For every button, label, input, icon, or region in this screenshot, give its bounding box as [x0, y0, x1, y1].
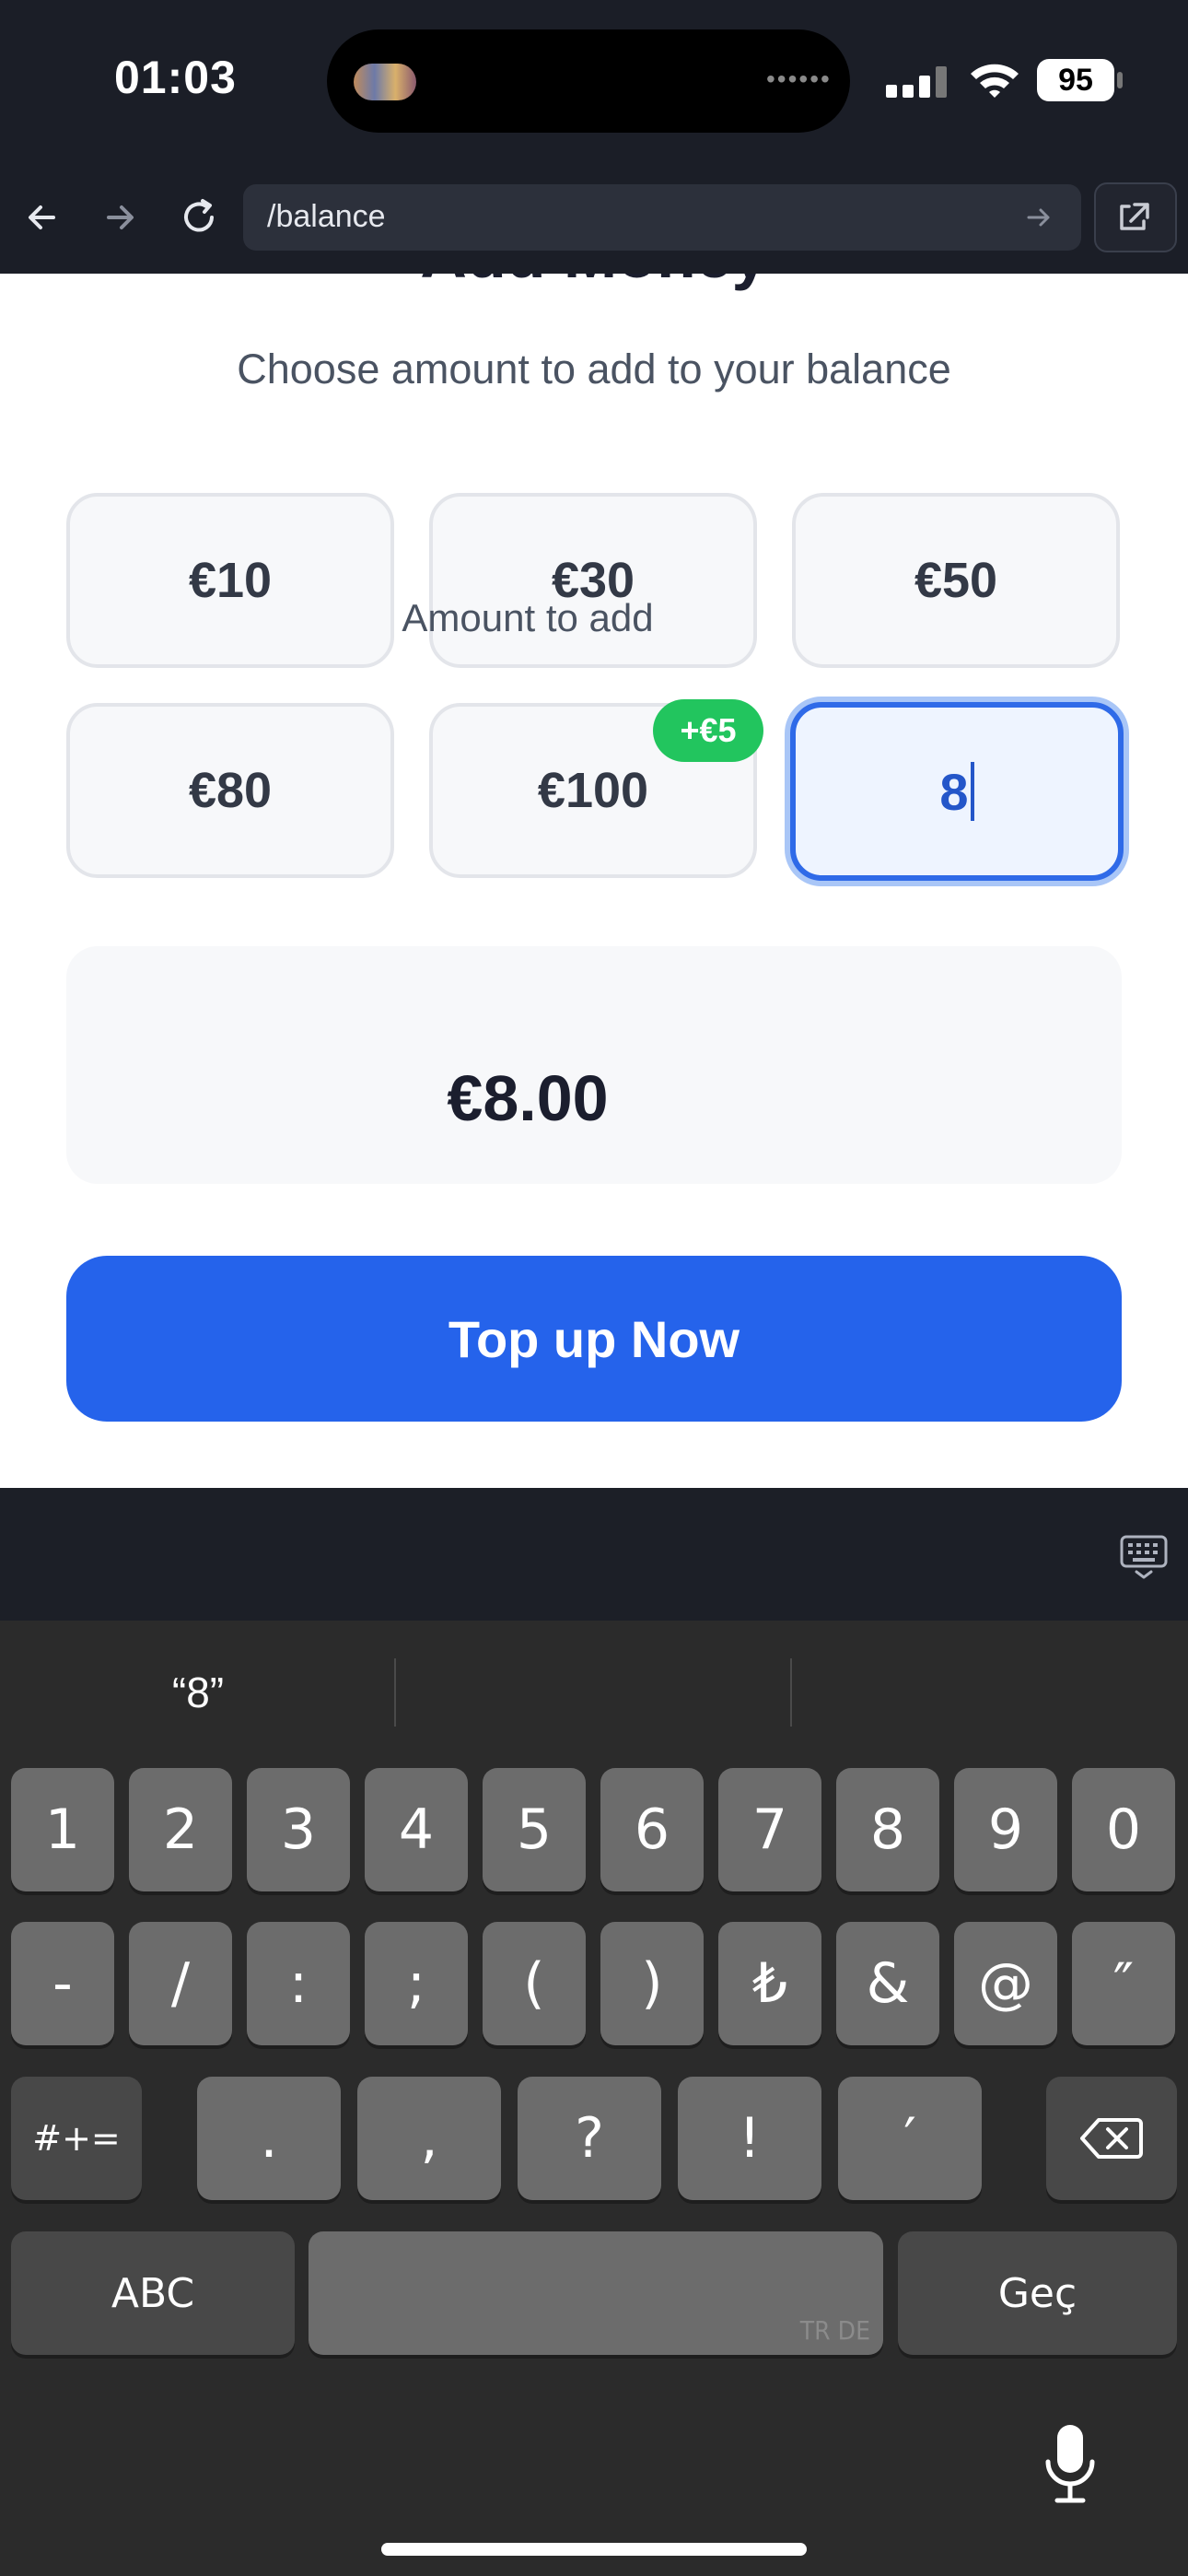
top-up-button[interactable]: Top up Now	[66, 1256, 1122, 1422]
key-double-prime[interactable]: ″	[1072, 1922, 1175, 2045]
bonus-badge: +€5	[653, 699, 763, 762]
key-lira[interactable]: ₺	[718, 1922, 821, 2045]
battery-nub	[1117, 72, 1123, 88]
web-content: Add Money Choose amount to add to your b…	[0, 274, 1188, 1488]
keyboard-accessory-bar	[0, 1488, 1188, 1621]
microphone-icon[interactable]	[1041, 2421, 1100, 2510]
external-link-icon	[1120, 203, 1149, 230]
url-text[interactable]: /balance	[267, 199, 386, 235]
key-period[interactable]: .	[197, 2077, 341, 2200]
key-8[interactable]: 8	[836, 1768, 939, 1891]
battery-icon: 95	[1037, 59, 1114, 101]
custom-amount-value: 8	[939, 762, 969, 821]
key-hyphen[interactable]: -	[11, 1922, 114, 2045]
key-at[interactable]: @	[954, 1922, 1057, 2045]
key-exclamation[interactable]: !	[678, 2077, 821, 2200]
backspace-icon	[1080, 2118, 1143, 2159]
amount-option-30[interactable]: €30	[429, 493, 757, 668]
page-title: Add Money	[0, 274, 1188, 292]
key-backspace[interactable]	[1046, 2077, 1177, 2200]
key-abc[interactable]: ABC	[11, 2231, 295, 2355]
key-semicolon[interactable]: ;	[365, 1922, 468, 2045]
forward-arrow-icon[interactable]	[96, 193, 144, 241]
key-space[interactable]: TR DE	[309, 2231, 883, 2355]
amount-option-80[interactable]: €80	[66, 703, 394, 878]
key-slash[interactable]: /	[129, 1922, 232, 2045]
island-dots: ••••••	[766, 64, 832, 93]
key-2[interactable]: 2	[129, 1768, 232, 1891]
home-indicator	[381, 2543, 807, 2556]
back-arrow-icon[interactable]	[20, 193, 68, 241]
key-7[interactable]: 7	[718, 1768, 821, 1891]
keyboard-dismiss-icon[interactable]	[1118, 1531, 1170, 1583]
suggestion-divider	[394, 1658, 396, 1727]
key-more-symbols[interactable]: #+=	[11, 2077, 142, 2200]
text-caret	[970, 762, 974, 821]
amount-option-50[interactable]: €50	[792, 493, 1120, 668]
status-time: 01:03	[114, 52, 237, 103]
keyboard-suggestion[interactable]: “8”	[0, 1668, 396, 1717]
reload-icon[interactable]	[175, 193, 223, 241]
go-arrow-icon[interactable]	[1024, 203, 1054, 232]
key-9[interactable]: 9	[954, 1768, 1057, 1891]
amount-summary-label: Amount to add	[402, 596, 654, 639]
key-5[interactable]: 5	[483, 1768, 586, 1891]
suggestion-divider	[790, 1658, 792, 1727]
key-4[interactable]: 4	[365, 1768, 468, 1891]
key-question[interactable]: ?	[518, 2077, 661, 2200]
amount-summary-value: €8.00	[447, 1062, 609, 1134]
key-comma[interactable]: ,	[357, 2077, 501, 2200]
key-3[interactable]: 3	[247, 1768, 350, 1891]
wifi-icon	[971, 64, 1019, 98]
key-open-paren[interactable]: (	[483, 1922, 586, 2045]
key-colon[interactable]: :	[247, 1922, 350, 2045]
key-prime[interactable]: ′	[838, 2077, 982, 2200]
cellular-signal-icon	[886, 66, 947, 98]
key-1[interactable]: 1	[11, 1768, 114, 1891]
keyboard-language-tag: TR DE	[799, 2315, 870, 2346]
page-subtitle: Choose amount to add to your balance	[237, 345, 951, 392]
open-external-button[interactable]	[1094, 182, 1177, 252]
custom-amount-input[interactable]: 8	[790, 702, 1124, 881]
key-return[interactable]: Geç	[898, 2231, 1177, 2355]
key-ampersand[interactable]: &	[836, 1922, 939, 2045]
key-6[interactable]: 6	[600, 1768, 704, 1891]
key-0[interactable]: 0	[1072, 1768, 1175, 1891]
amount-option-10[interactable]: €10	[66, 493, 394, 668]
key-close-paren[interactable]: )	[600, 1922, 704, 2045]
live-activity-thumbnail	[354, 64, 416, 100]
